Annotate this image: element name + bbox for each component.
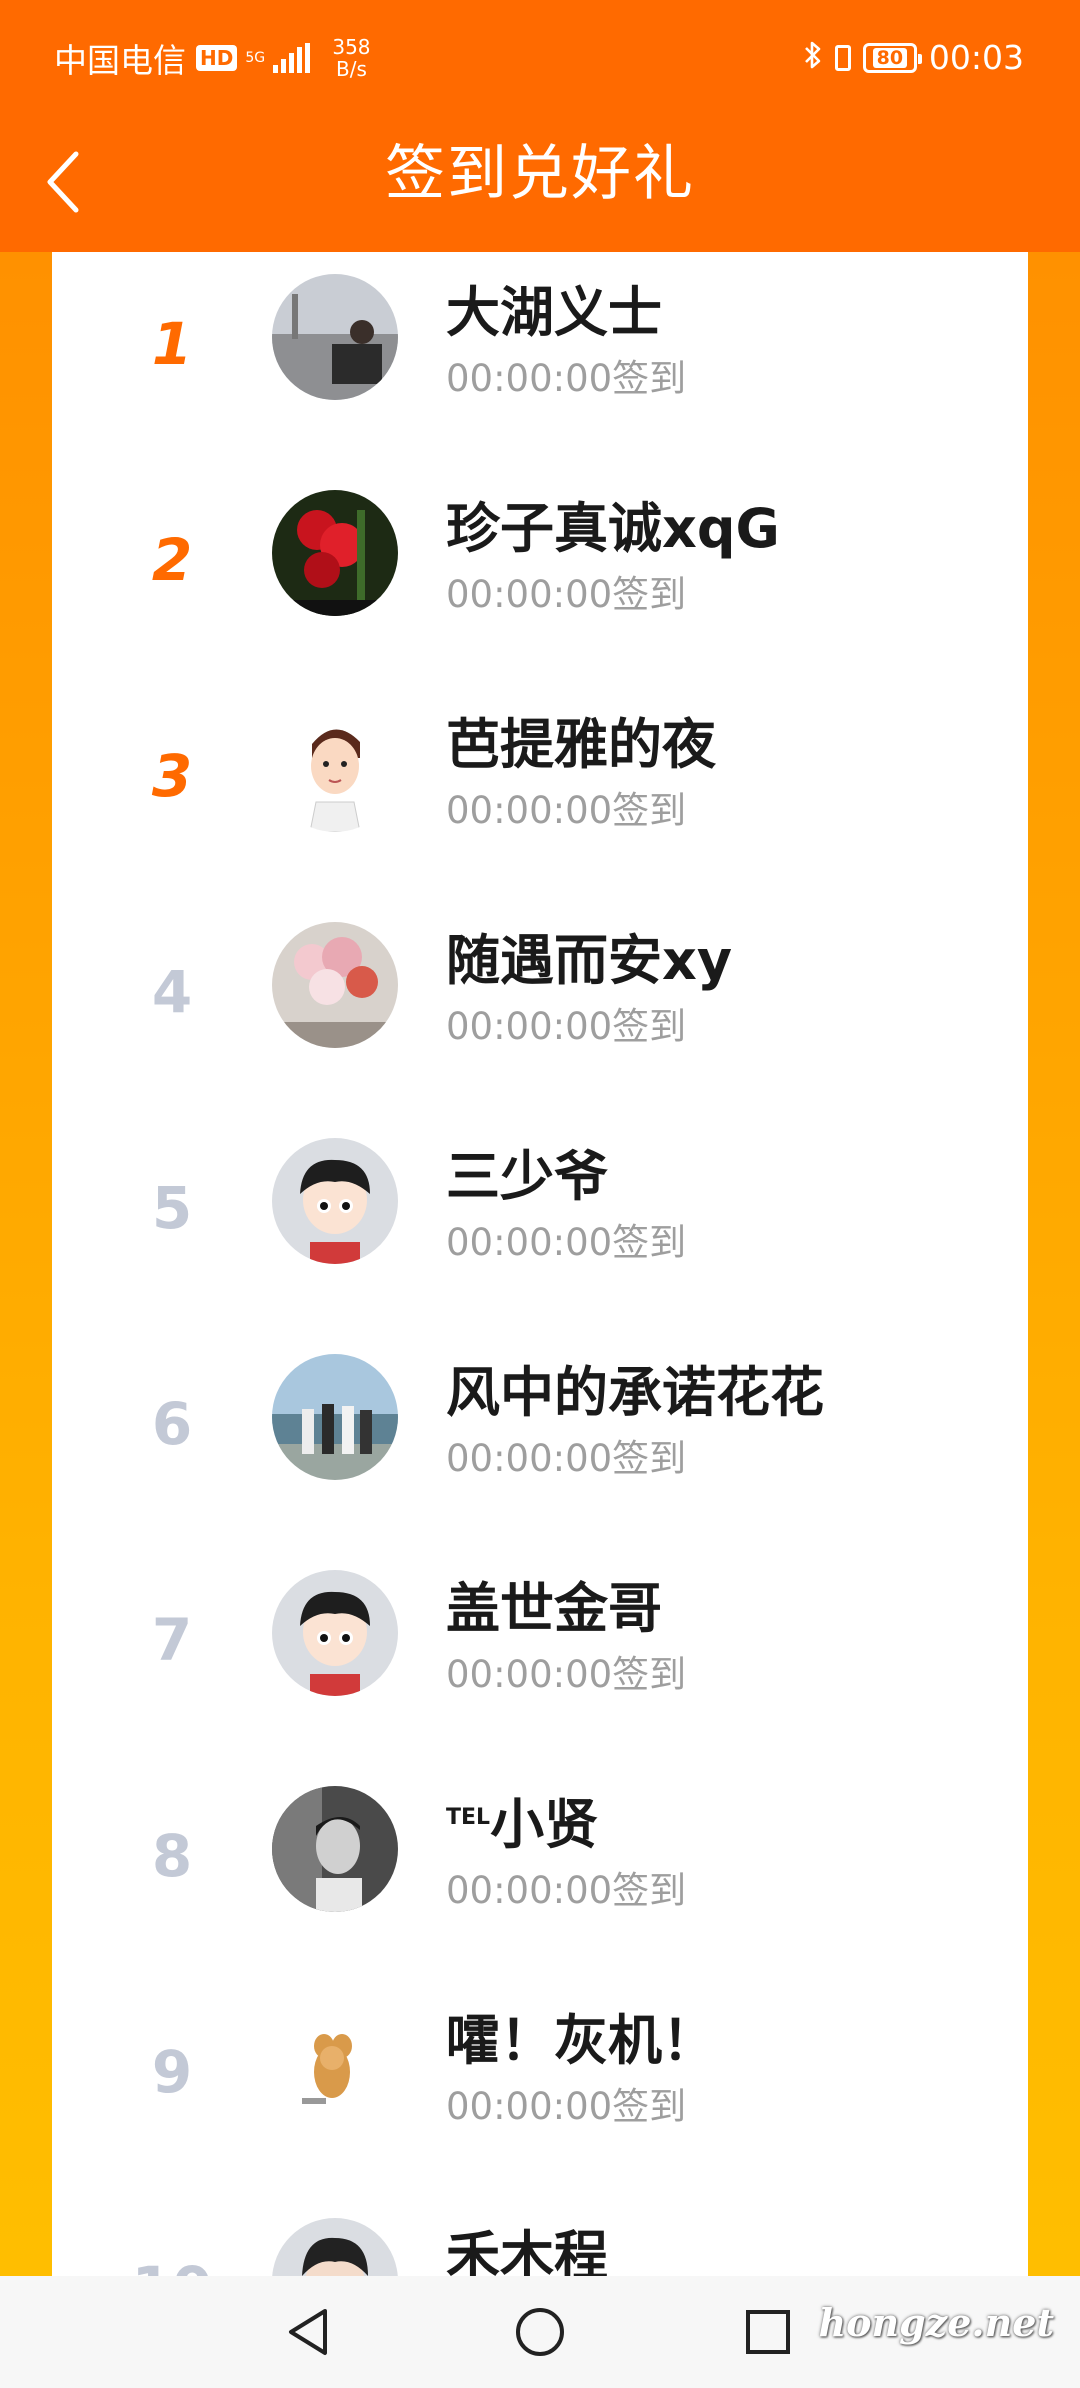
avatar [272,706,398,832]
rank-number: 9 [151,2038,193,2106]
network-speed-unit: B/s [335,57,367,81]
hd-badge: HD [196,45,238,71]
battery-icon: 80 [862,42,922,73]
checkin-time: 00:00:00签到 [446,789,687,832]
rank-number: 4 [151,958,193,1026]
vibrate-icon [834,44,851,71]
checkin-time: 00:00:00签到 [446,357,687,400]
battery-level: 80 [872,47,908,68]
checkin-time: 00:00:00签到 [446,573,687,616]
status-right: 80 00:03 [803,38,1024,77]
app-header: 签到兑好礼 [0,120,1080,252]
status-left: 中国电信 HD 5G 358 B/s [54,34,371,82]
rank-number: 2 [112,510,232,610]
checkin-time: 00:00:00签到 [446,1005,687,1048]
clock: 00:03 [928,38,1024,77]
avatar [272,1138,398,1264]
checkin-time: 00:00:00签到 [446,1869,687,1912]
list-item[interactable]: 7 盖世金哥 00:00:00签到 [52,1548,1028,1764]
avatar [272,1786,398,1912]
carrier-name: 中国电信 [54,41,186,80]
avatar [272,2002,398,2128]
user-name: 风中的承诺花花 [446,1361,824,1424]
network-speed-value: 358 [332,35,371,59]
rank-number: 8 [151,1822,193,1890]
status-bar: 中国电信 HD 5G 358 B/s 80 00:03 [0,0,1080,120]
avatar [272,274,398,400]
network-generation: 5G [245,50,266,66]
user-name: 珍子真诚xqG [446,497,780,560]
user-name: TEL小贤 [446,1780,598,1859]
home-circle-icon[interactable] [510,2302,570,2362]
network-speed: 358 B/s [332,36,370,80]
rank-number: 10 [112,2238,232,2276]
avatar [272,490,398,616]
rank-number: 6 [151,1390,193,1458]
rank-number: 1 [112,294,232,394]
checkin-time: 00:00:00签到 [446,2085,687,2128]
list-item[interactable]: 1 大湖义士 00:00:00签到 [52,252,1028,468]
back-triangle-icon[interactable] [278,2302,338,2362]
avatar [272,922,398,1048]
list-item[interactable]: 10 禾木程 [52,2196,1028,2276]
list-item[interactable]: 9 嚯！灰机！ 00:00:00签到 [52,1980,1028,2196]
page-title: 签到兑好礼 [385,139,695,209]
user-name-text: 小贤 [490,1793,599,1856]
signal-icon [273,43,311,73]
list-item[interactable]: 5 三少爷 00:00:00签到 [52,1116,1028,1332]
user-name: 盖世金哥 [446,1577,662,1640]
checkin-time: 00:00:00签到 [446,1653,687,1696]
avatar [272,2218,398,2276]
checkin-time: 00:00:00签到 [446,1221,687,1264]
user-name: 禾木程 [446,2225,608,2276]
bluetooth-icon [803,40,823,76]
user-name: 嚯！灰机！ [446,2009,716,2072]
avatar [272,1354,398,1480]
watermark-text: hongze.net [818,2300,1054,2345]
list-item[interactable]: 4 随遇而安xy 00:00:00签到 [52,900,1028,1116]
recents-square-icon[interactable] [738,2302,798,2362]
user-name: 大湖义士 [446,281,662,344]
rank-number: 7 [151,1606,193,1674]
avatar [272,1570,398,1696]
rank-number: 3 [112,726,232,826]
checkin-time: 00:00:00签到 [446,1437,687,1480]
user-name: 三少爷 [446,1145,608,1208]
list-item[interactable]: 3 芭提雅的夜 00:00:00签到 [52,684,1028,900]
user-name: 芭提雅的夜 [446,713,716,776]
name-prefix: TEL [446,1805,491,1830]
rank-number: 5 [151,1174,193,1242]
checkin-leaderboard: 1 大湖义士 00:00:00签到 2 珍子真诚xqG 00:00:00签到 3… [52,252,1028,2276]
list-item[interactable]: 8 TEL小贤 00:00:00签到 [52,1764,1028,1980]
list-item[interactable]: 2 珍子真诚xqG 00:00:00签到 [52,468,1028,684]
list-item[interactable]: 6 风中的承诺花花 00:00:00签到 [52,1332,1028,1548]
user-name: 随遇而安xy [446,929,733,992]
